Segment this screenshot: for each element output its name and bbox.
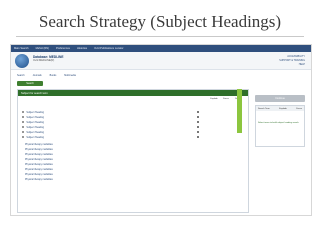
app-header: Database: MEDLINE Ovid MEDLINE(R) ACCESS… [11, 52, 311, 70]
selection-note: Select terms to build subject heading se… [258, 122, 299, 124]
radio-icon[interactable] [22, 130, 25, 134]
subheading-row[interactable]: Physical therapy modalities [25, 144, 53, 148]
search-button[interactable]: Search [17, 81, 43, 86]
nav-mesh[interactable]: MeSH (RN) [36, 47, 49, 50]
subheading-row[interactable]: Physical therapy modalities [25, 164, 53, 168]
continue-button[interactable]: Continue [255, 95, 305, 102]
side-col-term: Search Term [258, 107, 270, 110]
panel-title: Subject for search term [21, 91, 48, 95]
subheading-row[interactable]: Physical therapy modalities [25, 179, 53, 183]
checkbox-icon[interactable] [197, 130, 200, 134]
subheading-row[interactable]: Physical therapy modalities [25, 159, 53, 163]
subheading-row[interactable]: Physical therapy modalities [25, 169, 53, 173]
term-label[interactable]: Subject Heading [26, 131, 44, 134]
side-col-focus: Focus [296, 107, 302, 110]
term-row[interactable]: Subject Heading [22, 110, 200, 114]
screenshot-frame: Main Search MeSH (RN) Preferences Histor… [10, 44, 312, 216]
subheading-row[interactable]: Physical therapy modalities [25, 154, 53, 158]
checkbox-icon[interactable] [197, 115, 200, 119]
nav-main-search[interactable]: Main Search [14, 47, 29, 50]
radio-icon[interactable] [22, 120, 25, 124]
database-subtitle: Ovid MEDLINE(R) [33, 59, 55, 62]
radio-icon[interactable] [22, 115, 25, 119]
nav-publications-locator[interactable]: Ovid Publications Locator [94, 47, 123, 50]
tab-search[interactable]: Search [17, 74, 25, 77]
checkbox-icon[interactable] [197, 135, 200, 139]
term-row[interactable]: Subject Heading [22, 135, 200, 139]
col-focus: Focus [223, 98, 229, 100]
header-links: ACCESSIBILITY SUPPORT & TRAINING HELP [279, 55, 305, 67]
title-divider [16, 36, 304, 37]
selected-terms-header: Search Term Explode Focus [256, 106, 304, 111]
radio-icon[interactable] [22, 135, 25, 139]
col-explode: Explode [210, 98, 218, 100]
subheading-row[interactable]: Physical therapy modalities [25, 174, 53, 178]
nav-preferences[interactable]: Preferences [56, 47, 70, 50]
radio-icon[interactable] [22, 125, 25, 129]
term-label[interactable]: Subject Heading [26, 116, 44, 119]
term-label[interactable]: Subject Heading [26, 136, 44, 139]
help-link[interactable]: HELP [279, 63, 305, 67]
radio-icon[interactable] [22, 110, 25, 114]
term-label[interactable]: Subject Heading [26, 126, 44, 129]
checkbox-icon[interactable] [197, 125, 200, 129]
selected-terms-box: Search Term Explode Focus Select terms t… [255, 105, 305, 147]
term-label[interactable]: Subject Heading [26, 111, 44, 114]
subheading-row[interactable]: Physical therapy modalities [25, 149, 53, 153]
tab-books[interactable]: Books [50, 74, 57, 77]
tab-multimedia[interactable]: Multimedia [64, 74, 76, 77]
selection-highlight [237, 89, 242, 133]
tab-journals[interactable]: Journals [33, 74, 42, 77]
checkbox-icon[interactable] [197, 110, 200, 114]
nav-histories[interactable]: Histories [77, 47, 87, 50]
top-nav-bar: Main Search MeSH (RN) Preferences Histor… [11, 45, 311, 52]
term-row[interactable]: Subject Heading [22, 115, 200, 119]
term-label[interactable]: Subject Heading [26, 121, 44, 124]
panel-header: Subject for search term [18, 90, 248, 96]
sub-nav: Search Journals Books Multimedia [17, 73, 84, 78]
term-row[interactable]: Subject Heading [22, 130, 200, 134]
term-row[interactable]: Subject Heading [22, 120, 200, 124]
ovid-logo-icon [15, 54, 29, 68]
term-row[interactable]: Subject Heading [22, 125, 200, 129]
side-col-explode: Explode [279, 107, 287, 110]
continue-button-label: Continue [275, 97, 285, 100]
slide-title: Search Strategy (Subject Headings) [38, 12, 282, 31]
search-button-label: Search [26, 82, 34, 85]
checkbox-icon[interactable] [197, 120, 200, 124]
subject-panel: Subject for search term Explode Focus Sc… [17, 89, 249, 213]
